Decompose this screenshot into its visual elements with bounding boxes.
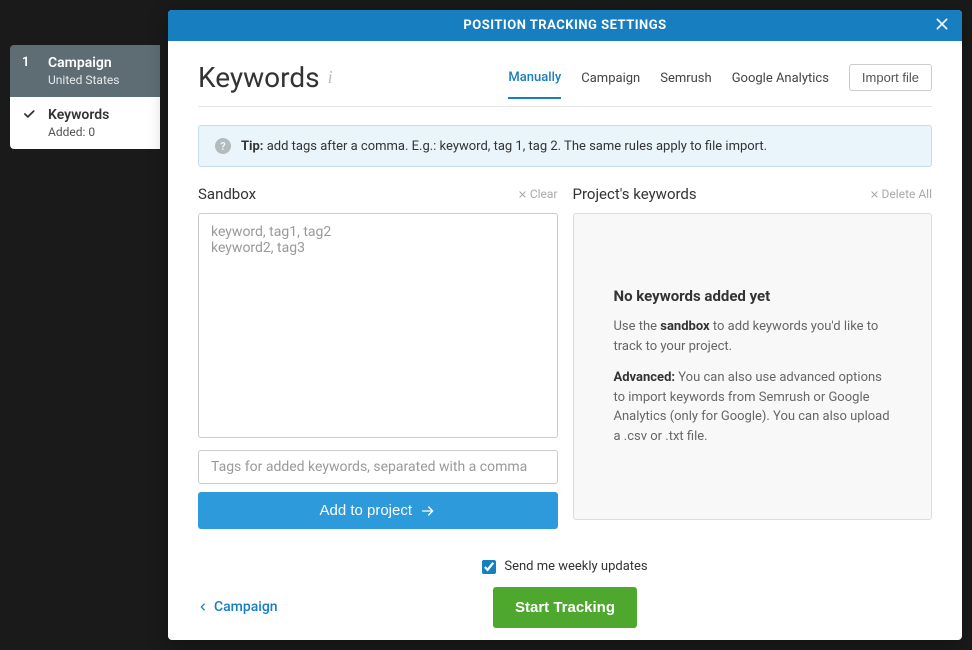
- add-to-project-button[interactable]: Add to project: [198, 492, 558, 529]
- weekly-updates-checkbox[interactable]: [482, 560, 496, 574]
- sandbox-title: Sandbox: [198, 185, 256, 203]
- tip-banner: ? Tip: add tags after a comma. E.g.: key…: [198, 125, 932, 167]
- tags-input[interactable]: [198, 450, 558, 484]
- arrow-right-icon: [420, 503, 436, 519]
- tab-manually[interactable]: Manually: [508, 70, 561, 99]
- step-title: Keywords: [48, 107, 109, 123]
- tip-label: Tip:: [241, 139, 263, 154]
- empty-heading: No keywords added yet: [614, 287, 892, 305]
- close-icon: [870, 190, 879, 199]
- wizard-step-keywords[interactable]: Keywords Added: 0: [10, 97, 160, 149]
- checkmark-icon: [22, 107, 36, 121]
- source-tabs: Manually Campaign Semrush Google Analyti…: [508, 64, 932, 91]
- step-number: 1: [22, 55, 36, 70]
- page-header-row: Keywords i Manually Campaign Semrush Goo…: [198, 61, 932, 107]
- back-campaign-link[interactable]: Campaign: [198, 599, 278, 615]
- page-title: Keywords i: [198, 61, 333, 94]
- project-keywords-column: Project's keywords Delete All No keyword…: [573, 185, 933, 529]
- footer-area: Send me weekly updates Campaign Start Tr…: [198, 559, 932, 615]
- sandbox-textarea[interactable]: [198, 213, 558, 438]
- keywords-empty-state: No keywords added yet Use the sandbox to…: [573, 213, 933, 520]
- weekly-updates-label: Send me weekly updates: [504, 559, 647, 574]
- empty-text-1: Use the sandbox to add keywords you'd li…: [614, 317, 892, 356]
- weekly-updates-row: Send me weekly updates: [198, 559, 932, 574]
- content-columns: Sandbox Clear Add to project Project's k…: [198, 185, 932, 529]
- close-icon[interactable]: [934, 15, 950, 37]
- step-title: Campaign: [48, 55, 119, 71]
- step-subtitle: United States: [48, 73, 119, 87]
- settings-modal: POSITION TRACKING SETTINGS Keywords i Ma…: [168, 10, 962, 640]
- tip-text: add tags after a comma. E.g.: keyword, t…: [267, 139, 767, 154]
- tab-campaign[interactable]: Campaign: [581, 71, 640, 98]
- import-file-button[interactable]: Import file: [849, 64, 932, 91]
- tab-semrush[interactable]: Semrush: [660, 71, 711, 98]
- empty-text-2: Advanced: You can also use advanced opti…: [614, 368, 892, 446]
- modal-title: POSITION TRACKING SETTINGS: [463, 18, 666, 33]
- project-keywords-title: Project's keywords: [573, 185, 697, 203]
- footer-nav: Campaign Start Tracking: [198, 599, 932, 615]
- info-icon[interactable]: i: [328, 67, 333, 88]
- wizard-steps-sidebar: 1 Campaign United States Keywords Added:…: [10, 45, 160, 149]
- clear-button[interactable]: Clear: [518, 187, 558, 201]
- step-subtitle: Added: 0: [48, 125, 109, 139]
- start-tracking-button[interactable]: Start Tracking: [493, 587, 637, 628]
- close-icon: [518, 190, 527, 199]
- modal-body: Keywords i Manually Campaign Semrush Goo…: [168, 41, 962, 640]
- tab-google-analytics[interactable]: Google Analytics: [732, 71, 829, 98]
- chevron-left-icon: [198, 602, 208, 612]
- help-icon: ?: [215, 138, 231, 154]
- sandbox-column: Sandbox Clear Add to project: [198, 185, 558, 529]
- wizard-step-campaign[interactable]: 1 Campaign United States: [10, 45, 160, 97]
- modal-header: POSITION TRACKING SETTINGS: [168, 10, 962, 41]
- delete-all-button[interactable]: Delete All: [870, 187, 932, 201]
